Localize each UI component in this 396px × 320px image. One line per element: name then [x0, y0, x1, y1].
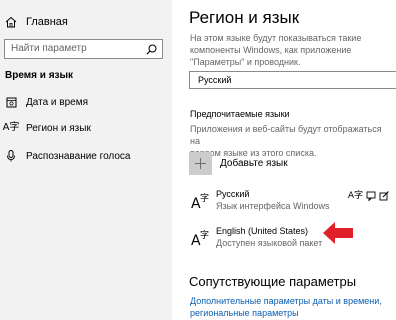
- language-icon: A字: [2, 122, 20, 133]
- add-language-label: Добавьте язык: [220, 158, 288, 169]
- description-line: На этом языке будут показываться такие: [190, 33, 362, 43]
- description-line: "Параметры" и проводник.: [190, 57, 301, 67]
- language-badge-icon: A字: [347, 191, 363, 201]
- plus-icon: [189, 152, 212, 175]
- sidebar: Главная Найти параметр Время и язык Дата…: [0, 0, 172, 320]
- svg-text:字: 字: [200, 192, 209, 204]
- search-icon[interactable]: [146, 44, 157, 55]
- sidebar-item-label: Дата и время: [26, 96, 89, 108]
- related-settings-heading: Сопутствующие параметры: [189, 274, 357, 289]
- page-title: Регион и язык: [189, 8, 300, 27]
- sidebar-item-label: Регион и язык: [26, 122, 91, 134]
- sidebar-item-label: Распознавание голоса: [26, 150, 131, 162]
- red-arrow-icon: [323, 222, 353, 244]
- language-icon: A 字: [191, 192, 209, 211]
- page-description: На этом языке будут показываться такие к…: [190, 32, 390, 68]
- search-input[interactable]: Найти параметр: [4, 39, 163, 59]
- search-placeholder: Найти параметр: [11, 43, 87, 54]
- home-nav-item[interactable]: Главная: [5, 14, 68, 30]
- language-capabilities: A字: [348, 191, 389, 201]
- region-dropdown[interactable]: Русский: [189, 71, 396, 89]
- language-item-english[interactable]: A 字 English (United States) Доступен язы…: [189, 225, 389, 253]
- calendar-icon: [5, 97, 17, 108]
- language-icon: A 字: [191, 229, 209, 248]
- additional-date-time-link[interactable]: Дополнительные параметры даты и времени,: [190, 296, 382, 306]
- main-panel: Регион и язык На этом языке будут показы…: [172, 0, 396, 320]
- svg-text:字: 字: [200, 229, 209, 241]
- language-subtitle: Доступен языковой пакет: [216, 238, 323, 248]
- sidebar-item-speech[interactable]: Распознавание голоса: [5, 149, 130, 163]
- home-label: Главная: [26, 16, 68, 28]
- speech-badge-icon: [366, 191, 376, 201]
- description-line: Приложения и веб-сайты будут отображатьс…: [190, 124, 382, 146]
- preferred-languages-heading: Предпочитаемые языки: [190, 109, 290, 119]
- language-name: English (United States): [216, 226, 309, 236]
- home-icon: [5, 16, 17, 28]
- language-item-russian[interactable]: A 字 Русский Язык интерфейса Windows A字: [189, 188, 389, 216]
- sidebar-item-date-time[interactable]: Дата и время: [5, 95, 88, 109]
- regional-settings-link[interactable]: региональные параметры: [190, 308, 299, 318]
- language-name: Русский: [216, 189, 250, 199]
- sidebar-item-region-language[interactable]: A字 Регион и язык: [2, 121, 91, 135]
- microphone-icon: [5, 150, 17, 162]
- add-language-button[interactable]: Добавьте язык: [189, 152, 288, 175]
- section-heading: Время и язык: [5, 70, 74, 81]
- description-line: компоненты Windows, как приложение: [190, 45, 352, 55]
- language-subtitle: Язык интерфейса Windows: [216, 201, 330, 211]
- region-dropdown-value: Русский: [198, 75, 232, 85]
- handwriting-badge-icon: [379, 191, 389, 201]
